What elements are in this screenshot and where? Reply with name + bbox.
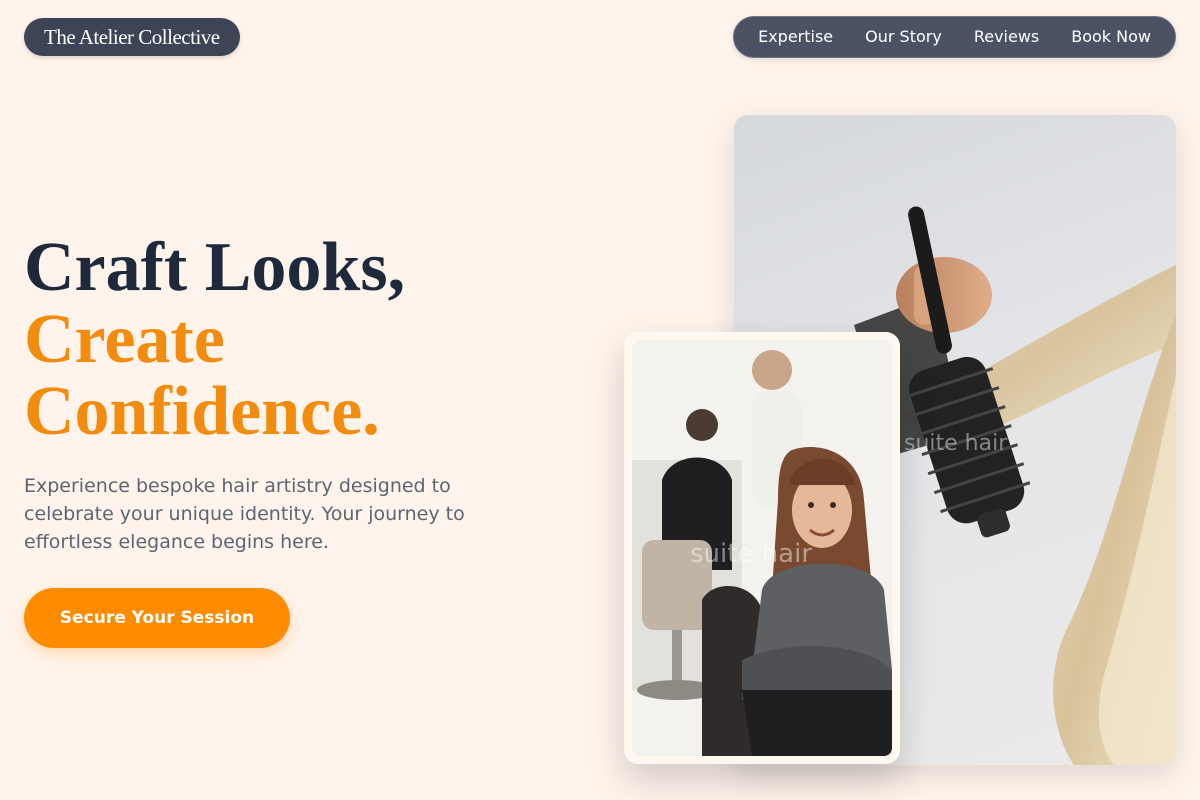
nav-expertise-link[interactable]: Expertise <box>758 16 833 58</box>
nav-book-now-link[interactable]: Book Now <box>1071 16 1151 58</box>
headline-line-2: Create <box>24 301 225 378</box>
hero-headline: Craft Looks, Create Confidence. <box>24 232 405 448</box>
nav-reviews-link[interactable]: Reviews <box>974 16 1039 58</box>
secure-session-button[interactable]: Secure Your Session <box>24 588 290 648</box>
hero-lead-text: Experience bespoke hair artistry designe… <box>24 475 465 553</box>
main-nav: Expertise Our Story Reviews Book Now <box>733 16 1176 58</box>
stylist-photo-card: suite hair <box>624 332 900 764</box>
headline-line-1: Craft Looks, <box>24 229 406 306</box>
small-photo-watermark: suite hair <box>690 539 812 569</box>
nav-our-story-link[interactable]: Our Story <box>865 16 942 58</box>
stylist-photo: suite hair <box>632 340 892 756</box>
headline-line-3: Confidence. <box>24 373 380 450</box>
stylist-photo-illustration: suite hair <box>632 340 892 756</box>
main-photo-watermark: suite hair <box>904 431 1008 456</box>
brand-logo[interactable]: The Atelier Collective <box>24 18 240 56</box>
